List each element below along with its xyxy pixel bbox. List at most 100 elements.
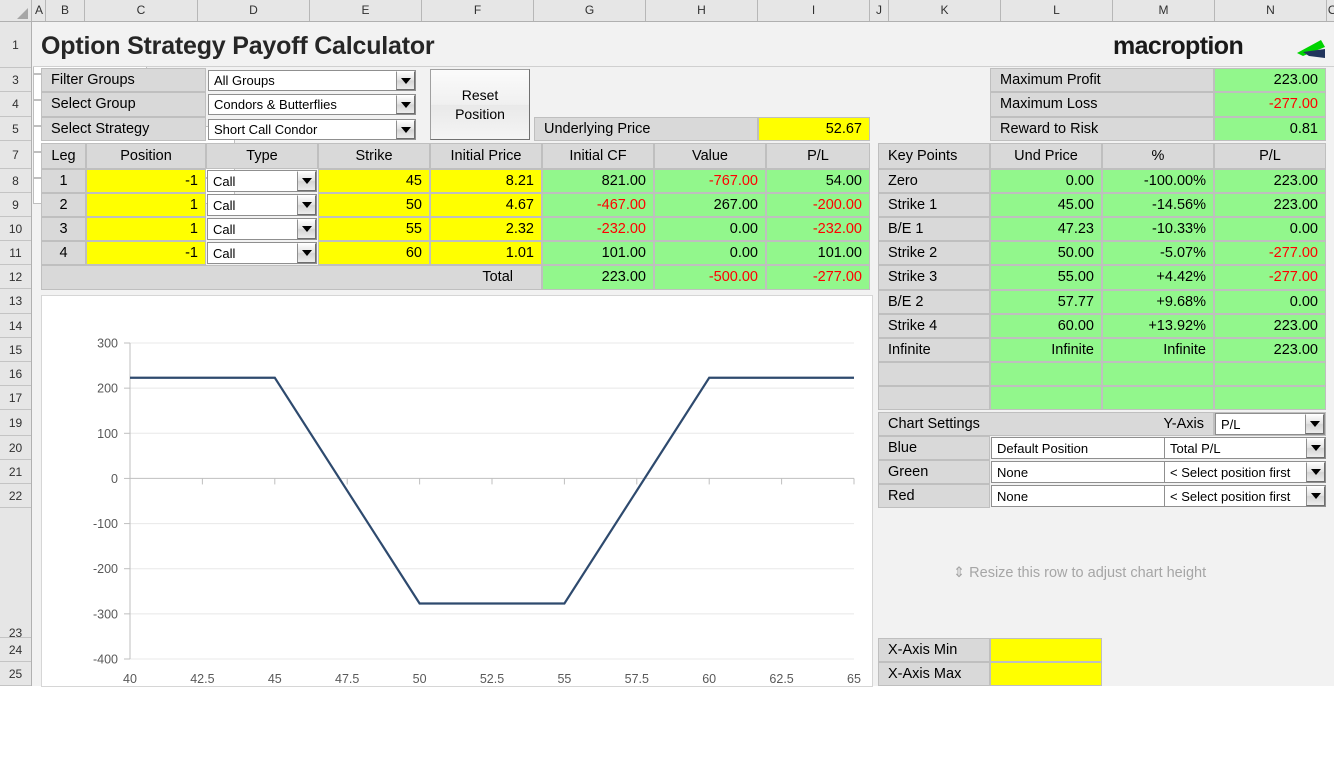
x-axis-max-input[interactable] <box>990 662 1102 686</box>
leg-initial-cf: 821.00 <box>542 169 654 193</box>
column-header-B[interactable]: B <box>46 0 85 21</box>
keypoint-pl: -277.00 <box>1214 241 1326 265</box>
keypoint-und: 50.00 <box>990 241 1102 265</box>
y-axis-dropdown[interactable]: P/L <box>1215 413 1325 435</box>
leg-initial-price-input[interactable]: 8.21 <box>430 169 542 193</box>
leg-initial-price-input[interactable]: 2.32 <box>430 217 542 241</box>
keypoint-pct: -14.56% <box>1102 193 1214 217</box>
red-series-dropdown[interactable]: < Select position first <box>1164 485 1326 507</box>
row-header-16[interactable]: 16 <box>0 362 31 386</box>
column-header-O[interactable]: O <box>1327 0 1334 21</box>
keypoint-pl: 223.00 <box>1214 314 1326 338</box>
row-header-7[interactable]: 7 <box>0 141 31 169</box>
row-header-25[interactable]: 25 <box>0 662 31 686</box>
row-header-12[interactable]: 12 <box>0 265 31 289</box>
chevron-down-icon[interactable] <box>297 219 316 239</box>
underlying-price-input[interactable]: 52.67 <box>758 117 870 141</box>
column-header-K[interactable]: K <box>889 0 1001 21</box>
reward-to-risk-value: 0.81 <box>1214 117 1326 141</box>
column-header-D[interactable]: D <box>198 0 310 21</box>
column-header-H[interactable]: H <box>646 0 758 21</box>
row-header-17[interactable]: 17 <box>0 386 31 410</box>
column-header-L[interactable]: L <box>1001 0 1113 21</box>
row-header-21[interactable]: 21 <box>0 460 31 484</box>
chevron-down-icon[interactable] <box>396 95 415 114</box>
leg-initial-price-input[interactable]: 4.67 <box>430 193 542 217</box>
column-header-C[interactable]: C <box>85 0 198 21</box>
leg-position-input[interactable]: 1 <box>86 193 206 217</box>
svg-text:55: 55 <box>557 672 571 686</box>
leg-strike-input[interactable]: 55 <box>318 217 430 241</box>
chevron-down-icon[interactable] <box>1306 438 1325 458</box>
corner-triangle-icon <box>17 8 28 19</box>
leg-value: 0.00 <box>654 241 766 265</box>
chevron-down-icon[interactable] <box>396 120 415 139</box>
select-strategy-label: Select Strategy <box>41 117 206 141</box>
leg-type-dropdown[interactable]: Call <box>207 194 317 216</box>
green-position-dropdown[interactable]: None <box>991 461 1189 483</box>
y-axis-value: P/L <box>1221 416 1241 432</box>
column-header-J[interactable]: J <box>870 0 889 21</box>
column-header-F[interactable]: F <box>422 0 534 21</box>
leg-initial-price-input[interactable]: 1.01 <box>430 241 542 265</box>
select-strategy-dropdown[interactable]: Short Call Condor <box>208 119 416 140</box>
column-header-A[interactable]: A <box>33 0 46 21</box>
column-header-N[interactable]: N <box>1215 0 1327 21</box>
filter-groups-value: All Groups <box>214 73 275 88</box>
column-header-M[interactable]: M <box>1113 0 1215 21</box>
leg-strike-input[interactable]: 50 <box>318 193 430 217</box>
row-header-5[interactable]: 5 <box>0 117 31 141</box>
chevron-down-icon[interactable] <box>297 243 316 263</box>
leg-pl: 101.00 <box>766 241 870 265</box>
leg-type-dropdown[interactable]: Call <box>207 218 317 240</box>
red-position-dropdown[interactable]: None <box>991 485 1189 507</box>
leg-type-dropdown[interactable]: Call <box>207 170 317 192</box>
row-header-9[interactable]: 9 <box>0 193 31 217</box>
row-header-11[interactable]: 11 <box>0 241 31 265</box>
row-header-13[interactable]: 13 <box>0 289 31 314</box>
keypoint-pct: +13.92% <box>1102 314 1214 338</box>
chevron-down-icon[interactable] <box>297 171 316 191</box>
chevron-down-icon[interactable] <box>396 71 415 90</box>
column-header-E[interactable]: E <box>310 0 422 21</box>
reset-position-button[interactable]: Reset Position <box>430 69 530 140</box>
svg-text:47.5: 47.5 <box>335 672 359 686</box>
leg-position-input[interactable]: -1 <box>86 241 206 265</box>
keypoint-pl: 223.00 <box>1214 338 1326 362</box>
chevron-down-icon[interactable] <box>1306 486 1325 506</box>
row-header-10[interactable]: 10 <box>0 217 31 241</box>
chevron-down-icon[interactable] <box>297 195 316 215</box>
filter-groups-dropdown[interactable]: All Groups <box>208 70 416 91</box>
row-header-3[interactable]: 3 <box>0 68 31 92</box>
leg-strike-input[interactable]: 60 <box>318 241 430 265</box>
row-header-22[interactable]: 22 <box>0 484 31 508</box>
select-group-dropdown[interactable]: Condors & Butterflies <box>208 94 416 115</box>
row-header-19[interactable]: 19 <box>0 410 31 436</box>
chart-series-color-green: Green <box>878 460 990 484</box>
keypoint-und: 60.00 <box>990 314 1102 338</box>
chevron-down-icon[interactable] <box>1306 462 1325 482</box>
row-header-15[interactable]: 15 <box>0 338 31 362</box>
row-header-8[interactable]: 8 <box>0 169 31 193</box>
payoff-chart[interactable]: 300 200 100 0 -100 -200 -300 -400 40 42.5 45 47.5 50… <box>41 295 873 687</box>
green-series-dropdown[interactable]: < Select position first <box>1164 461 1326 483</box>
column-header-I[interactable]: I <box>758 0 870 21</box>
leg-strike-input[interactable]: 45 <box>318 169 430 193</box>
leg-position-input[interactable]: -1 <box>86 169 206 193</box>
leg-type-dropdown[interactable]: Call <box>207 242 317 264</box>
row-header-24[interactable]: 24 <box>0 638 31 662</box>
blue-position-dropdown[interactable]: Default Position <box>991 437 1189 459</box>
row-header-23[interactable]: 23 <box>0 508 31 640</box>
row-header-20[interactable]: 20 <box>0 436 31 460</box>
row-header-1[interactable]: 1 <box>0 22 31 68</box>
select-all-corner[interactable] <box>0 0 32 21</box>
row-header-4[interactable]: 4 <box>0 92 31 117</box>
leg-number: 3 <box>41 217 86 241</box>
leg-position-input[interactable]: 1 <box>86 217 206 241</box>
row-header-14[interactable]: 14 <box>0 314 31 338</box>
worksheet-content: Option Strategy Payoff Calculator macrop… <box>33 22 1334 687</box>
column-header-G[interactable]: G <box>534 0 646 21</box>
chevron-down-icon[interactable] <box>1305 414 1324 434</box>
blue-series-dropdown[interactable]: Total P/L <box>1164 437 1326 459</box>
x-axis-min-input[interactable] <box>990 638 1102 662</box>
